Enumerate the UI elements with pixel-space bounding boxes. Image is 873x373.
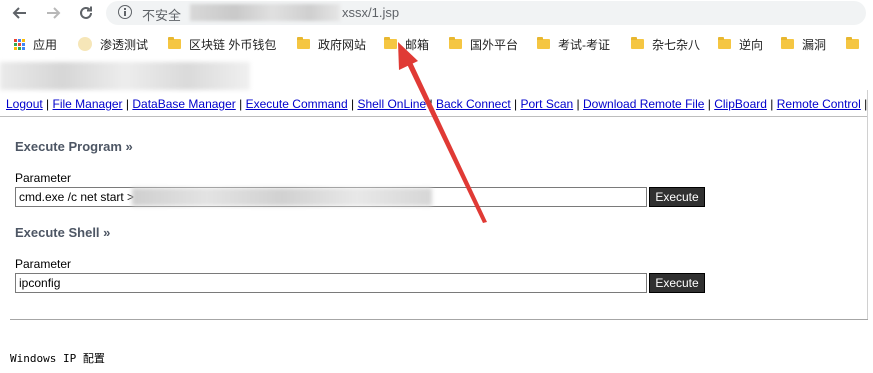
folder-icon	[384, 37, 397, 49]
bookmark-item[interactable]: 渗透测试	[78, 35, 148, 53]
content-border	[867, 90, 868, 320]
execute-shell-button[interactable]: Execute	[649, 273, 705, 293]
forward-button[interactable]	[42, 2, 64, 24]
folder-icon	[718, 37, 731, 49]
menu-separator: |	[239, 97, 243, 111]
menu-separator: |	[46, 97, 50, 111]
bookmarks-bar: 应用 渗透测试 区块链 外币钱包 政府网站 邮箱 国外平台 考试-考证 杂七杂八…	[0, 30, 873, 58]
arrow-left-icon	[12, 7, 26, 19]
folder-icon	[449, 37, 462, 49]
menu-link-logout[interactable]: Logout	[6, 97, 43, 111]
menu-link-back-connect[interactable]: Back Connect	[436, 97, 511, 111]
bookmark-label: 渗透测试	[100, 37, 149, 52]
command-output: Windows IP 配置	[10, 352, 105, 365]
bookmark-label: 国外平台	[470, 37, 519, 52]
arrow-right-icon	[47, 7, 61, 19]
address-bar[interactable]: 不安全 xssx/1.jsp	[106, 1, 866, 25]
execute-shell-input[interactable]	[15, 273, 647, 293]
back-button[interactable]	[9, 2, 31, 24]
redacted-header	[0, 62, 250, 90]
bookmark-label: 漏洞	[802, 37, 827, 52]
folder-icon	[781, 37, 794, 49]
folder-icon	[168, 37, 181, 49]
apps-grid-icon	[14, 38, 25, 50]
menu-separator: |	[576, 97, 580, 111]
bookmark-item[interactable]: 国外平台	[449, 35, 518, 53]
url-text[interactable]: xssx/1.jsp	[342, 5, 399, 20]
bookmark-label: 政府网站	[318, 37, 367, 52]
folder-icon	[631, 37, 644, 49]
bookmark-item[interactable]: 考试-考证	[537, 35, 610, 53]
menu-separator: |	[707, 97, 711, 111]
shell-menu: Logout | File Manager | DataBase Manager…	[6, 97, 867, 111]
folder-icon	[297, 37, 310, 49]
bookmark-apps[interactable]: 应用	[14, 35, 57, 53]
menu-separator: |	[350, 97, 355, 111]
bookmark-label: 考试-考证	[558, 37, 610, 52]
menu-link-file-manager[interactable]: File Manager	[53, 97, 123, 111]
menu-link-port-scan[interactable]: Port Scan	[521, 97, 574, 111]
execute-program-title: Execute Program »	[15, 139, 133, 154]
execute-shell-param-label: Parameter	[15, 257, 72, 271]
site-icon	[78, 37, 92, 51]
menu-link-shell-online[interactable]: Shell OnLine	[357, 97, 426, 111]
execute-program-button[interactable]: Execute	[649, 187, 705, 207]
folder-icon	[846, 37, 859, 49]
redacted-path	[132, 188, 432, 206]
output-divider	[10, 319, 868, 320]
bookmark-item[interactable]: 逆向	[718, 35, 763, 53]
menu-link-database-manager[interactable]: DataBase Manager	[132, 97, 235, 111]
menu-separator: |	[429, 97, 433, 111]
bookmark-item[interactable]: 邮箱	[384, 35, 429, 53]
menu-link-clipboard[interactable]: ClipBoard	[714, 97, 767, 111]
menu-separator: |	[770, 97, 774, 111]
bookmark-label: 邮箱	[405, 37, 430, 52]
bookmark-label: 杂七杂八	[652, 37, 701, 52]
bookmark-label: 应用	[33, 37, 58, 52]
reload-button[interactable]	[75, 2, 97, 24]
info-icon[interactable]	[118, 5, 132, 19]
bookmark-label: 逆向	[739, 37, 764, 52]
redacted-url	[190, 4, 340, 21]
bookmark-label: 区块链 外币钱包	[189, 37, 277, 52]
security-label: 不安全	[142, 8, 182, 23]
menu-separator: |	[125, 97, 130, 111]
bookmark-item[interactable]: 政府网站	[297, 35, 366, 53]
browser-toolbar: 不安全 xssx/1.jsp	[0, 0, 873, 28]
bookmark-item[interactable]: 区块链 外币钱包	[168, 35, 276, 53]
bookmark-item[interactable]: 杂七杂八	[631, 35, 700, 53]
menu-separator: |	[514, 97, 518, 111]
menu-link-execute-command[interactable]: Execute Command	[246, 97, 348, 111]
folder-icon	[537, 37, 550, 49]
execute-program-param-label: Parameter	[15, 171, 72, 185]
bookmark-overflow[interactable]	[846, 35, 867, 53]
menu-link-download-remote-file[interactable]: Download Remote File	[583, 97, 704, 111]
bookmark-item[interactable]: 漏洞	[781, 35, 826, 53]
reload-icon	[80, 6, 92, 19]
menu-divider	[0, 116, 868, 117]
menu-link-remote-control[interactable]: Remote Control	[777, 97, 861, 111]
execute-shell-title: Execute Shell »	[15, 225, 111, 240]
